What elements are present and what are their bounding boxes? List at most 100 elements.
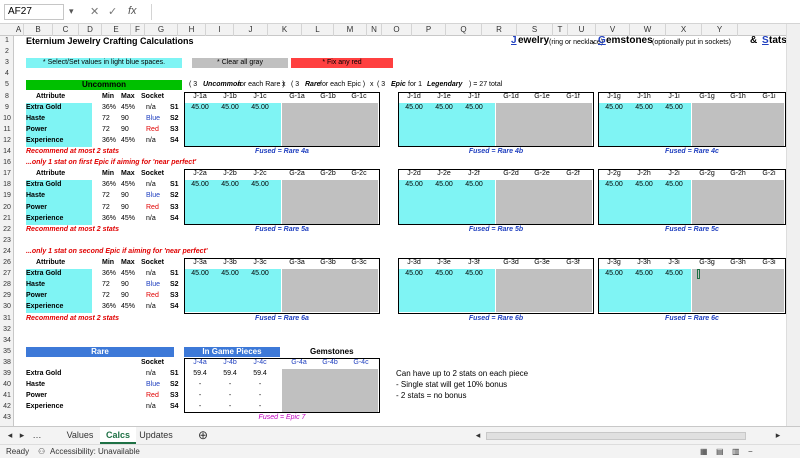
jewel-value[interactable]: 45.00 — [216, 269, 244, 279]
jewel-value[interactable]: 45.00 — [246, 269, 274, 279]
stat-max[interactable]: 90 — [121, 203, 129, 213]
row-header[interactable]: 4 — [0, 69, 14, 79]
column-header[interactable]: S — [517, 24, 553, 36]
jewel-dash[interactable]: - — [186, 391, 214, 401]
column-header[interactable]: N — [367, 24, 382, 36]
column-header[interactable]: T — [553, 24, 568, 36]
gem-area[interactable] — [282, 180, 379, 224]
normal-view-icon[interactable]: ▦ — [700, 445, 708, 458]
chevron-down-icon[interactable]: ▾ — [69, 6, 74, 17]
stat-max[interactable]: 45% — [121, 180, 135, 190]
row-header[interactable]: 35 — [0, 347, 14, 357]
row-header[interactable]: 8 — [0, 92, 14, 102]
stat-min[interactable]: 36% — [102, 269, 116, 279]
add-sheet-icon[interactable]: ⊕ — [195, 427, 211, 444]
stat-min[interactable]: 72 — [102, 125, 110, 135]
accessibility-status[interactable]: Accessibility: Unavailable — [50, 445, 140, 458]
jewel-value[interactable]: 45.00 — [186, 180, 214, 190]
row-header[interactable]: 27 — [0, 269, 14, 279]
gem-area[interactable] — [282, 269, 379, 313]
row-header[interactable]: 10 — [0, 114, 14, 124]
row-header[interactable]: 12 — [0, 136, 14, 146]
jewel-value[interactable]: 45.00 — [660, 180, 688, 190]
horizontal-scrollbar[interactable] — [486, 432, 746, 440]
stat-min[interactable]: 72 — [102, 280, 110, 290]
jewel-dash[interactable]: - — [216, 380, 244, 390]
hscroll-right-icon[interactable]: ▸ — [770, 427, 786, 444]
column-header[interactable]: U — [568, 24, 596, 36]
jewel-value[interactable]: 45.00 — [246, 180, 274, 190]
column-header[interactable]: Q — [446, 24, 482, 36]
column-header[interactable]: A — [14, 24, 24, 36]
row-header[interactable]: 24 — [0, 247, 14, 257]
next-sheet-icon[interactable]: ▸ — [16, 427, 28, 444]
page-layout-icon[interactable]: ▤ — [716, 445, 724, 458]
stat-max[interactable]: 90 — [121, 191, 129, 201]
jewel-dash[interactable]: - — [246, 380, 274, 390]
jewel-value[interactable]: 45.00 — [400, 103, 428, 113]
row-header[interactable]: 22 — [0, 225, 14, 235]
jewel-value[interactable]: 45.00 — [460, 180, 488, 190]
row-header[interactable]: 31 — [0, 314, 14, 324]
zoom-out-icon[interactable]: − — [748, 445, 753, 458]
prev-sheet-icon[interactable]: ◂ — [4, 427, 16, 444]
stat-min[interactable]: 36% — [102, 180, 116, 190]
page-break-icon[interactable]: ▥ — [732, 445, 740, 458]
row-header[interactable]: 30 — [0, 302, 14, 312]
jewel-value[interactable]: 45.00 — [430, 269, 458, 279]
stat-max[interactable]: 45% — [121, 269, 135, 279]
worksheet-grid[interactable]: Eternium Jewelry Crafting Calculations Je… — [14, 36, 786, 426]
row-header[interactable]: 40 — [0, 380, 14, 390]
gem-area[interactable] — [692, 269, 785, 313]
jewel-value[interactable]: 45.00 — [216, 180, 244, 190]
column-header[interactable]: V — [596, 24, 630, 36]
gem-area[interactable] — [692, 102, 785, 146]
jewel-value[interactable]: 59.4 — [246, 369, 274, 379]
row-header[interactable]: 14 — [0, 147, 14, 157]
jewel-dash[interactable]: - — [216, 391, 244, 401]
column-header[interactable]: B — [24, 24, 53, 36]
tab-calcs[interactable]: Calcs — [100, 427, 136, 444]
stat-min[interactable]: 36% — [102, 103, 116, 113]
stat-min[interactable]: 36% — [102, 302, 116, 312]
check-icon[interactable]: ✓ — [108, 5, 117, 18]
gem-area[interactable] — [496, 102, 593, 146]
jewel-dash[interactable]: - — [216, 402, 244, 412]
stat-max[interactable]: 90 — [121, 280, 129, 290]
column-header[interactable]: M — [334, 24, 367, 36]
row-header[interactable]: 20 — [0, 203, 14, 213]
column-header[interactable]: J — [234, 24, 268, 36]
jewel-value[interactable]: 45.00 — [630, 269, 658, 279]
column-header[interactable]: Y — [702, 24, 738, 36]
stat-min[interactable]: 72 — [102, 114, 110, 124]
stat-min[interactable]: 72 — [102, 191, 110, 201]
column-header[interactable]: L — [302, 24, 334, 36]
column-header[interactable]: G — [145, 24, 178, 36]
row-header[interactable]: 41 — [0, 391, 14, 401]
active-cell[interactable] — [697, 269, 700, 280]
stat-max[interactable]: 45% — [121, 302, 135, 312]
jewel-dash[interactable]: - — [246, 402, 274, 412]
jewel-value[interactable]: 45.00 — [660, 269, 688, 279]
row-header[interactable]: 5 — [0, 80, 14, 90]
tab-values[interactable]: Values — [60, 427, 100, 444]
column-header[interactable]: I — [206, 24, 234, 36]
column-header[interactable]: W — [630, 24, 666, 36]
header-link-j[interactable]: J — [511, 36, 517, 46]
jewel-value[interactable]: 45.00 — [186, 269, 214, 279]
row-header[interactable]: 21 — [0, 214, 14, 224]
row-header[interactable]: 9 — [0, 103, 14, 113]
column-header[interactable]: H — [178, 24, 206, 36]
jewel-value[interactable]: 45.00 — [600, 103, 628, 113]
jewel-value[interactable]: 45.00 — [600, 180, 628, 190]
hscroll-left-icon[interactable]: ◂ — [470, 427, 486, 444]
stat-min[interactable]: 72 — [102, 203, 110, 213]
stat-min[interactable]: 72 — [102, 291, 110, 301]
column-header[interactable]: X — [666, 24, 702, 36]
row-header[interactable]: 34 — [0, 336, 14, 346]
column-header[interactable]: E — [102, 24, 131, 36]
row-header[interactable]: 16 — [0, 158, 14, 168]
stat-max[interactable]: 45% — [121, 103, 135, 113]
row-header[interactable]: 2 — [0, 47, 14, 57]
column-header[interactable]: F — [131, 24, 145, 36]
